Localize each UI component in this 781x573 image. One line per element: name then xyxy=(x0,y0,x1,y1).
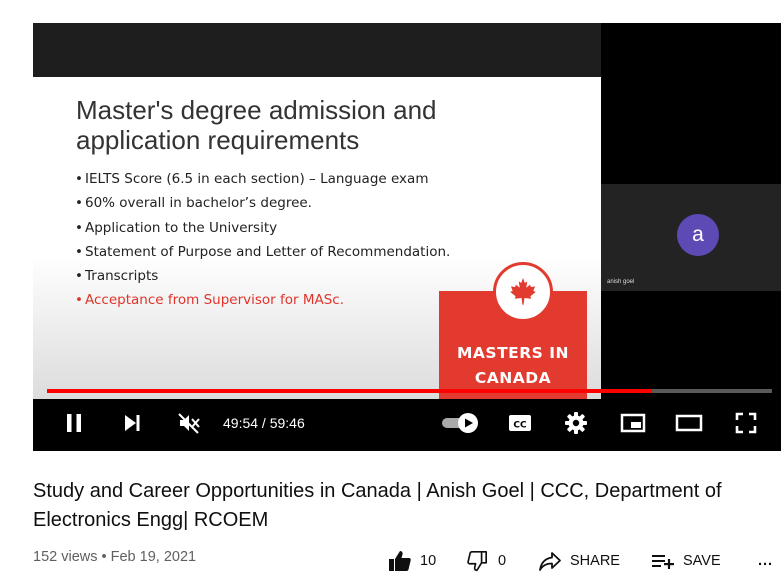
share-icon xyxy=(539,552,561,571)
dislike-count: 0 xyxy=(498,553,507,569)
fullscreen-button[interactable] xyxy=(729,399,763,447)
autoplay-toggle[interactable] xyxy=(438,399,482,447)
slide-bullet: • Statement of Purpose and Letter of Reco… xyxy=(75,243,451,260)
slide-bullet: • Application to the University xyxy=(75,219,278,236)
settings-icon xyxy=(565,412,587,434)
theater-icon xyxy=(675,414,703,432)
maple-leaf-icon xyxy=(493,262,553,322)
view-count: 152 views xyxy=(33,549,98,565)
next-icon xyxy=(125,415,140,431)
presentation-slide: Master's degree admission and applicatio… xyxy=(33,77,601,399)
video-meta: 152 views • Feb 19, 2021 xyxy=(33,549,196,565)
slide-bullet-highlight: • Acceptance from Supervisor for MASc. xyxy=(75,292,345,309)
autoplay-icon xyxy=(442,413,478,433)
dislike-button[interactable]: 0 xyxy=(466,549,506,573)
progress-played xyxy=(47,389,653,393)
captions-button[interactable]: CC xyxy=(503,399,537,447)
miniplayer-icon xyxy=(620,413,646,433)
share-label: SHARE xyxy=(570,553,620,569)
meta-separator: • xyxy=(97,549,111,565)
logo-line-2: CANADA xyxy=(474,369,552,387)
slide-bullet: • IELTS Score (6.5 in each section) – Lan… xyxy=(75,171,429,187)
settings-button[interactable] xyxy=(559,399,593,447)
pause-button[interactable] xyxy=(57,399,91,447)
time-separator: / xyxy=(258,415,270,431)
mute-icon xyxy=(178,413,200,434)
miniplayer-button[interactable] xyxy=(615,399,651,447)
more-actions-button[interactable]: ... xyxy=(758,549,773,573)
svg-text:CC: CC xyxy=(513,421,527,431)
masters-in-canada-logo: MASTERS IN CANADA xyxy=(439,262,587,399)
add-to-playlist-icon xyxy=(652,555,674,569)
total-time: 59:46 xyxy=(269,415,305,431)
theater-mode-button[interactable] xyxy=(671,399,707,447)
next-button[interactable] xyxy=(115,399,149,447)
save-label: SAVE xyxy=(683,553,721,569)
slide-top-bar xyxy=(33,23,601,77)
slide-bullet: • Transcripts xyxy=(75,268,159,285)
thumbs-down-icon xyxy=(467,551,487,572)
upload-date: Feb 19, 2021 xyxy=(110,549,197,565)
video-player[interactable]: Master's degree admission and applicatio… xyxy=(33,23,781,451)
like-button[interactable]: 10 xyxy=(388,549,436,573)
cc-icon: CC xyxy=(509,415,531,431)
current-time: 49:54 xyxy=(223,415,259,431)
mute-button[interactable] xyxy=(171,399,207,447)
slide-title: Master's degree admission and applicatio… xyxy=(76,95,437,155)
slide-bullet: • 60% overall in bachelor’s degree. xyxy=(75,195,312,212)
video-title: Study and Career Opportunities in Canada… xyxy=(33,480,722,531)
participant-tile: a anish goel xyxy=(601,184,781,291)
time-display: 49:54 / 59:46 xyxy=(223,399,305,447)
player-controls: 49:54 / 59:46 CC xyxy=(33,399,781,447)
pause-icon xyxy=(67,414,81,432)
logo-line-1: MASTERS IN xyxy=(457,344,569,362)
participant-name: anish goel xyxy=(607,279,635,285)
fullscreen-icon xyxy=(735,412,757,434)
thumbs-up-icon xyxy=(389,551,411,571)
save-button[interactable]: SAVE xyxy=(651,549,721,573)
avatar: a xyxy=(677,214,719,256)
slide-bullet-list: • IELTS Score (6.5 in each section) – Lan… xyxy=(75,167,450,313)
progress-bar[interactable] xyxy=(47,389,772,393)
share-button[interactable]: SHARE xyxy=(538,549,620,573)
more-icon: ... xyxy=(758,553,774,569)
like-count: 10 xyxy=(420,553,437,569)
